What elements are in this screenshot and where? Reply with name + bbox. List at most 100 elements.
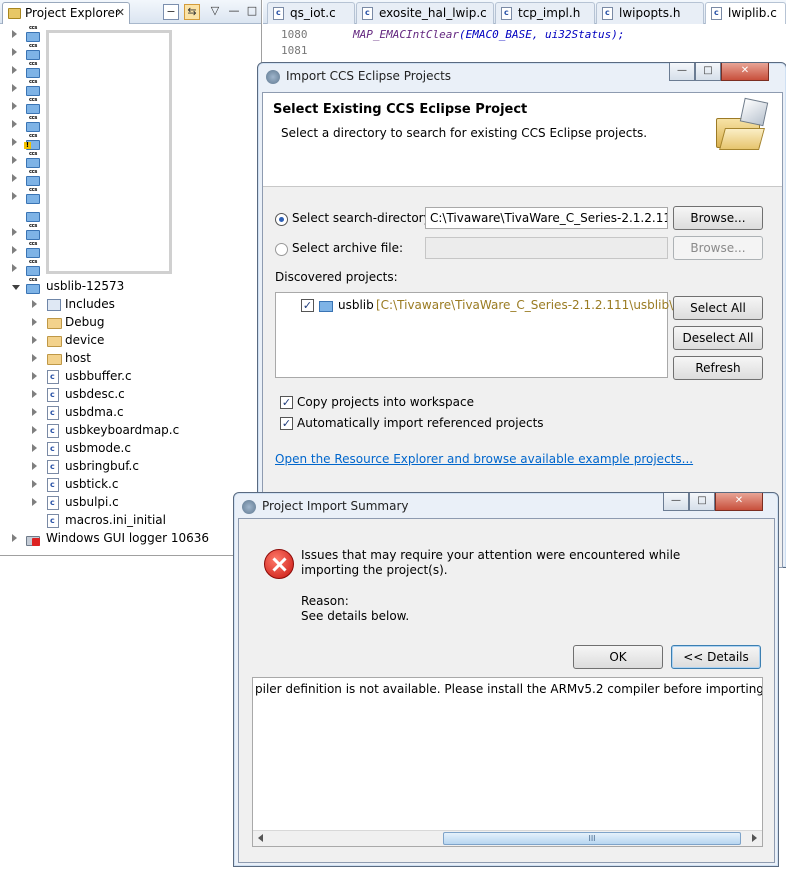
archive-file-label: Select archive file: (292, 241, 404, 255)
expand-arrow-icon[interactable] (12, 138, 17, 146)
tree-item-label: device (65, 333, 105, 347)
close-tab-icon[interactable]: ✕ (116, 6, 125, 19)
horizontal-scrollbar[interactable]: III (253, 830, 762, 846)
search-directory-input[interactable]: C:\Tivaware\TivaWare_C_Series-2.1.2.111\… (425, 207, 668, 229)
expand-arrow-icon[interactable] (12, 228, 17, 236)
close-button[interactable]: ✕ (715, 493, 763, 511)
expand-arrow-icon[interactable] (32, 318, 37, 326)
close-button[interactable]: ✕ (721, 63, 769, 81)
expand-arrow-icon[interactable] (32, 336, 37, 344)
tree-row-child[interactable]: usbulpi.c (0, 494, 262, 512)
details-button[interactable]: << Details (671, 645, 761, 669)
tree-item-label: usbkeyboardmap.c (65, 423, 180, 437)
expand-arrow-icon[interactable] (32, 354, 37, 362)
tree-row-child[interactable]: usbbuffer.c (0, 368, 262, 386)
auto-import-checkbox[interactable]: ✓ (280, 417, 293, 430)
deselect-all-button[interactable]: Deselect All (673, 326, 763, 350)
discovered-projects-list[interactable]: ✓ usblib [C:\Tivaware\TivaWare_C_Series-… (275, 292, 697, 378)
ccs-project-icon: ccs (26, 79, 42, 96)
expand-arrow-icon[interactable] (32, 444, 37, 452)
view-menu-icon[interactable]: ▽ (207, 4, 223, 20)
tree-row-child[interactable]: usbkeyboardmap.c (0, 422, 262, 440)
expand-arrow-icon[interactable] (12, 156, 17, 164)
tab-lwipopts[interactable]: lwipopts.h (596, 2, 704, 24)
tree-row-child[interactable]: macros.ini_initial (0, 512, 262, 530)
file-icon (47, 460, 59, 474)
expand-arrow-icon[interactable] (12, 84, 17, 92)
expand-arrow-icon[interactable] (32, 390, 37, 398)
maximize-button[interactable]: □ (689, 493, 715, 511)
tree-row-child[interactable]: usbtick.c (0, 476, 262, 494)
tab-lwiplib[interactable]: lwiplib.c (705, 2, 786, 24)
tree-item-label: usbtick.c (65, 477, 119, 491)
minimize-view-icon[interactable]: — (226, 4, 242, 20)
ccs-project-icon: ccs (26, 187, 42, 204)
c-file-icon (711, 7, 722, 20)
tab-exosite-hal-lwip[interactable]: exosite_hal_lwip.c (356, 2, 494, 24)
expand-arrow-icon[interactable] (12, 120, 17, 128)
project-label: Windows GUI logger 10636 (46, 531, 210, 545)
tree-row-child[interactable]: usbdma.c (0, 404, 262, 422)
tree-row-usblib[interactable]: ccs usblib-12573 (0, 277, 262, 296)
ccs-project-icon: ccs (26, 61, 42, 78)
tree-row-child[interactable]: host (0, 350, 262, 368)
tab-tcp-impl[interactable]: tcp_impl.h (495, 2, 595, 24)
project-checkbox[interactable]: ✓ (301, 299, 314, 312)
browse-directory-button[interactable]: Browse... (673, 206, 763, 230)
resource-explorer-link[interactable]: Open the Resource Explorer and browse av… (275, 452, 693, 466)
tree-item-label: usbbuffer.c (65, 369, 132, 383)
empty-tree-area (46, 30, 172, 274)
file-icon (47, 388, 59, 402)
tree-row-child[interactable]: Debug (0, 314, 262, 332)
expand-arrow-icon[interactable] (12, 534, 17, 542)
code-line[interactable]: 1080 MAP_EMACIntClear(EMAC0_BASE, ui32St… (263, 28, 786, 44)
expand-arrow-icon[interactable] (12, 174, 17, 182)
expand-arrow-icon[interactable] (32, 300, 37, 308)
tree-row-child[interactable]: Includes (0, 296, 262, 314)
tree-row-child[interactable]: usbdesc.c (0, 386, 262, 404)
code-line[interactable]: 1081 (263, 44, 786, 60)
minimize-button[interactable]: — (663, 493, 689, 511)
expand-arrow-icon[interactable] (12, 246, 17, 254)
maximize-view-icon[interactable]: □ (244, 4, 260, 20)
details-text-area[interactable]: piler definition is not available. Pleas… (252, 677, 763, 847)
file-icon (47, 370, 59, 384)
scrollbar-thumb[interactable]: III (443, 832, 741, 845)
expand-arrow-icon[interactable] (32, 426, 37, 434)
expand-arrow-icon[interactable] (32, 480, 37, 488)
expand-arrow-icon[interactable] (12, 30, 17, 38)
expand-arrow-icon[interactable] (12, 285, 20, 290)
copy-into-workspace-checkbox[interactable]: ✓ (280, 396, 293, 409)
tree-row-child[interactable]: device (0, 332, 262, 350)
tree-row-gui-logger[interactable]: Windows GUI logger 10636 (0, 530, 262, 548)
archive-file-radio[interactable] (275, 243, 288, 256)
expand-arrow-icon[interactable] (32, 462, 37, 470)
tree-row-child[interactable]: usbmode.c (0, 440, 262, 458)
project-explorer-tab[interactable]: Project Explorer ✕ (2, 2, 130, 24)
tree-row-child[interactable]: usbringbuf.c (0, 458, 262, 476)
list-item[interactable]: ✓ usblib [C:\Tivaware\TivaWare_C_Series-… (276, 297, 697, 315)
minimize-button[interactable]: — (669, 63, 695, 81)
search-directory-radio[interactable] (275, 213, 288, 226)
expand-arrow-icon[interactable] (12, 66, 17, 74)
maximize-button[interactable]: □ (695, 63, 721, 81)
expand-arrow-icon[interactable] (32, 372, 37, 380)
reason-label: Reason: (301, 594, 349, 608)
link-with-editor-icon[interactable]: ⇆ (184, 4, 200, 20)
select-all-button[interactable]: Select All (673, 296, 763, 320)
refresh-button[interactable]: Refresh (673, 356, 763, 380)
expand-arrow-icon[interactable] (32, 498, 37, 506)
expand-arrow-icon[interactable] (32, 408, 37, 416)
tab-qs-iot[interactable]: qs_iot.c (267, 2, 355, 24)
expand-arrow-icon[interactable] (12, 48, 17, 56)
folder-icon (47, 354, 62, 365)
expand-arrow-icon[interactable] (12, 102, 17, 110)
scroll-left-icon[interactable] (258, 834, 263, 842)
scroll-right-icon[interactable] (752, 834, 757, 842)
dialog-client: Issues that may require your attention w… (238, 518, 775, 863)
collapse-all-icon[interactable]: − (163, 4, 179, 20)
project-path: [C:\Tivaware\TivaWare_C_Series-2.1.2.111… (376, 298, 698, 312)
ok-button[interactable]: OK (573, 645, 663, 669)
expand-arrow-icon[interactable] (12, 264, 17, 272)
expand-arrow-icon[interactable] (12, 192, 17, 200)
